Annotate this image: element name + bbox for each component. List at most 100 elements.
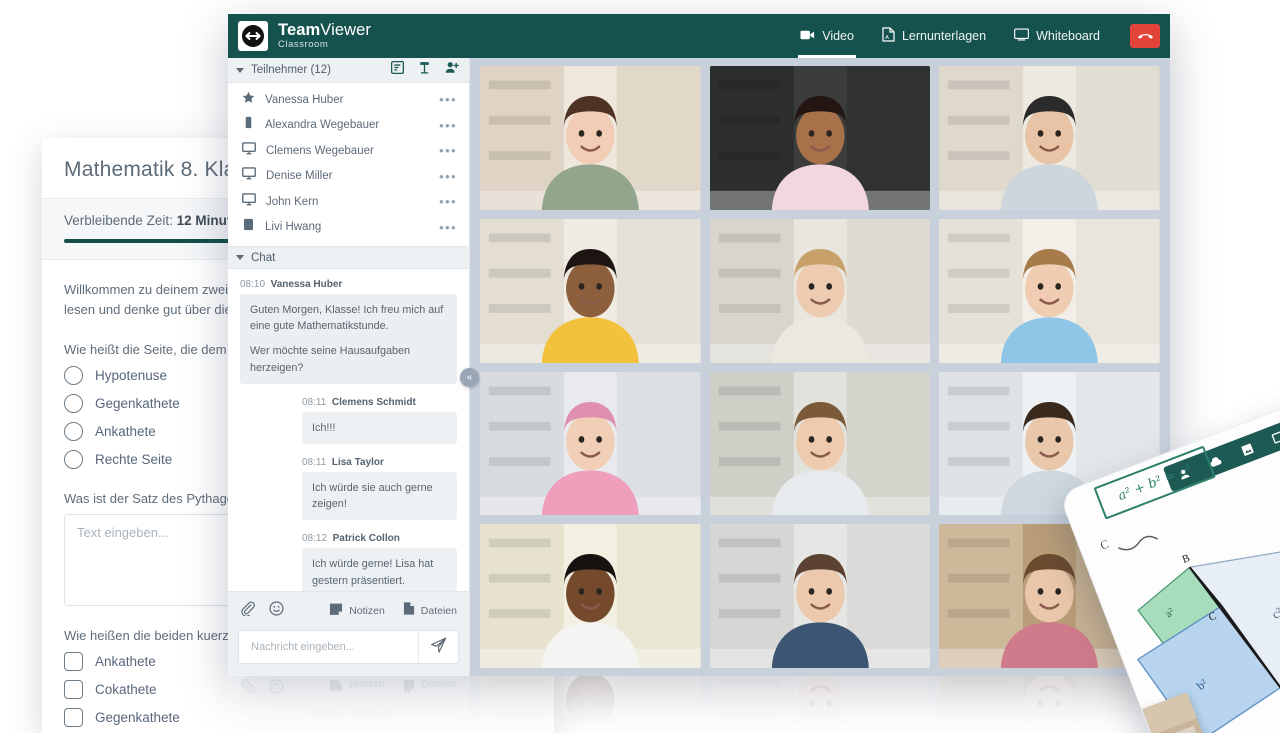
chat-text: Ich würde gerne! Lisa hat gestern präsen… — [312, 556, 447, 588]
option-label: Gegenkathete — [95, 396, 180, 411]
chat-composer[interactable]: Nachricht eingeben... — [238, 630, 459, 664]
video-tile[interactable] — [710, 372, 931, 516]
chat-toolbar: Notizen Dateien — [238, 601, 459, 630]
option-label: Rechte Seite — [95, 452, 172, 467]
chat-bubble: Ich würde gerne! Lisa hat gestern präsen… — [302, 548, 457, 591]
tab-lernunterlagen[interactable]: A Lernunterlagen — [880, 14, 988, 58]
chat-bubble: Ich würde sie auch gerne zeigen! — [302, 472, 457, 520]
radio-button[interactable] — [64, 394, 83, 413]
video-tile[interactable] — [480, 372, 701, 516]
tab-video[interactable]: Video — [798, 14, 856, 58]
video-tile[interactable] — [710, 66, 931, 210]
hangup-button[interactable] — [1130, 24, 1160, 48]
message-input[interactable]: Nachricht eingeben... — [239, 641, 418, 653]
chat-message: 08:11 Clemens SchmidtIch!!! — [240, 397, 457, 444]
participant-row[interactable]: Vanessa Huber••• — [228, 87, 469, 113]
file-icon — [403, 601, 415, 621]
app-body: Teilnehmer (12) Vanessa Huber•••Alexa — [228, 58, 1170, 676]
participant-name: Denise Miller — [266, 170, 332, 182]
pdf-document-icon: A — [882, 27, 895, 45]
chevron-double-left-icon: « — [467, 372, 473, 383]
caret-down-icon[interactable] — [236, 68, 244, 73]
tab-whiteboard[interactable]: Whiteboard — [1012, 14, 1102, 58]
radio-button[interactable] — [64, 450, 83, 469]
option-label: Ankathete — [95, 424, 156, 439]
svg-text:C: C — [1098, 537, 1110, 553]
rectangle-icon[interactable] — [1261, 426, 1280, 448]
chat-footer: Notizen Dateien Nachricht eingeben... — [228, 591, 469, 676]
checkbox-input[interactable] — [64, 680, 83, 699]
checkbox-input[interactable] — [64, 708, 83, 727]
participant-menu-button[interactable]: ••• — [439, 170, 457, 183]
svg-text:B: B — [1181, 552, 1192, 566]
brand-name-bold: Team — [278, 21, 320, 39]
caret-down-icon[interactable] — [236, 255, 244, 260]
participant-menu-button[interactable]: ••• — [439, 93, 457, 106]
video-tile[interactable] — [939, 219, 1160, 363]
tab-lernunterlagen-label: Lernunterlagen — [902, 29, 986, 43]
participant-name: Livi Hwang — [265, 221, 321, 233]
lectern-podium-icon[interactable] — [418, 61, 431, 79]
image-icon[interactable] — [1229, 438, 1265, 460]
smiley-icon[interactable] — [269, 601, 284, 621]
video-tile[interactable] — [710, 524, 931, 668]
sidebar-collapse-button[interactable]: « — [460, 368, 479, 387]
monitor-icon — [242, 193, 256, 211]
video-grid-area — [470, 58, 1170, 676]
radio-button[interactable] — [64, 422, 83, 441]
send-button[interactable] — [418, 631, 458, 663]
paperclip-icon[interactable] — [240, 601, 255, 621]
participant-menu-button[interactable]: ••• — [439, 221, 457, 234]
chat-message-meta: 08:11 Clemens Schmidt — [302, 397, 457, 408]
participant-row[interactable]: Denise Miller ••• — [228, 164, 469, 190]
chat-bubble: Guten Morgen, Klasse! Ich freu mich auf … — [240, 294, 457, 384]
tab-video-label: Video — [822, 29, 854, 43]
reflection-fade — [228, 676, 1170, 733]
chat-text: Wer möchte seine Hausaufgaben herzeigen? — [250, 343, 447, 375]
presentation-board-icon[interactable] — [391, 61, 404, 79]
checkbox-input[interactable] — [64, 652, 83, 671]
participant-menu-button[interactable]: ••• — [439, 119, 457, 132]
chat-author: Clemens Schmidt — [332, 397, 416, 408]
add-person-icon[interactable] — [445, 61, 459, 79]
video-tile[interactable] — [480, 524, 701, 668]
participant-row[interactable]: Alexandra Wegebauer••• — [228, 113, 469, 139]
participant-row[interactable]: Clemens Wegebauer ••• — [228, 138, 469, 164]
tablet-icon — [242, 218, 255, 236]
option-label: Gegenkathete — [95, 710, 180, 725]
chat-author: Vanessa Huber — [271, 279, 343, 290]
participant-row[interactable]: Livi Hwang ••• — [228, 215, 469, 241]
participant-name: John Kern — [266, 196, 318, 208]
screenshot-root: Mathematik 8. Klasse Verbleibende Zeit: … — [0, 0, 1280, 733]
notes-label: Notizen — [349, 605, 385, 617]
brand-text: TeamViewer Classroom — [278, 22, 371, 50]
participants-tools — [391, 61, 459, 79]
chat-header[interactable]: Chat — [228, 246, 469, 269]
phone-hangup-icon — [1137, 27, 1154, 45]
chat-messages[interactable]: 08:10 Vanessa Huber Guten Morgen, Klasse!… — [228, 269, 469, 591]
files-button[interactable]: Dateien — [403, 601, 457, 621]
app-header: TeamViewer Classroom Video A Lernunterla… — [228, 14, 1170, 58]
participants-header[interactable]: Teilnehmer (12) — [228, 58, 469, 83]
participant-row[interactable]: John Kern ••• — [228, 189, 469, 215]
video-tile[interactable] — [480, 219, 701, 363]
chat-message-meta: 08:10 Vanessa Huber — [240, 279, 457, 290]
participant-menu-button[interactable]: ••• — [439, 195, 457, 208]
files-label: Dateien — [421, 605, 457, 617]
video-tile[interactable] — [939, 66, 1160, 210]
radio-button[interactable] — [64, 366, 83, 385]
send-paper-plane-icon — [430, 637, 447, 658]
chat-footer-right: Notizen Dateien — [329, 601, 457, 621]
participant-menu-button[interactable]: ••• — [439, 144, 457, 157]
chat-message-meta: 08:11 Lisa Taylor — [302, 457, 457, 468]
video-tile[interactable] — [710, 219, 931, 363]
chat-message: 08:10 Vanessa Huber Guten Morgen, Klasse!… — [240, 279, 457, 384]
participants-section-label: Teilnehmer (12) — [251, 64, 331, 76]
svg-text:A: A — [885, 35, 889, 41]
option-label: Hypotenuse — [95, 368, 167, 383]
participant-name: Clemens Wegebauer — [266, 145, 374, 157]
arrows-left-right-circle-icon — [238, 21, 268, 51]
video-tile[interactable] — [480, 66, 701, 210]
teamviewer-classroom-window: TeamViewer Classroom Video A Lernunterla… — [228, 14, 1170, 676]
notes-button[interactable]: Notizen — [329, 602, 385, 621]
